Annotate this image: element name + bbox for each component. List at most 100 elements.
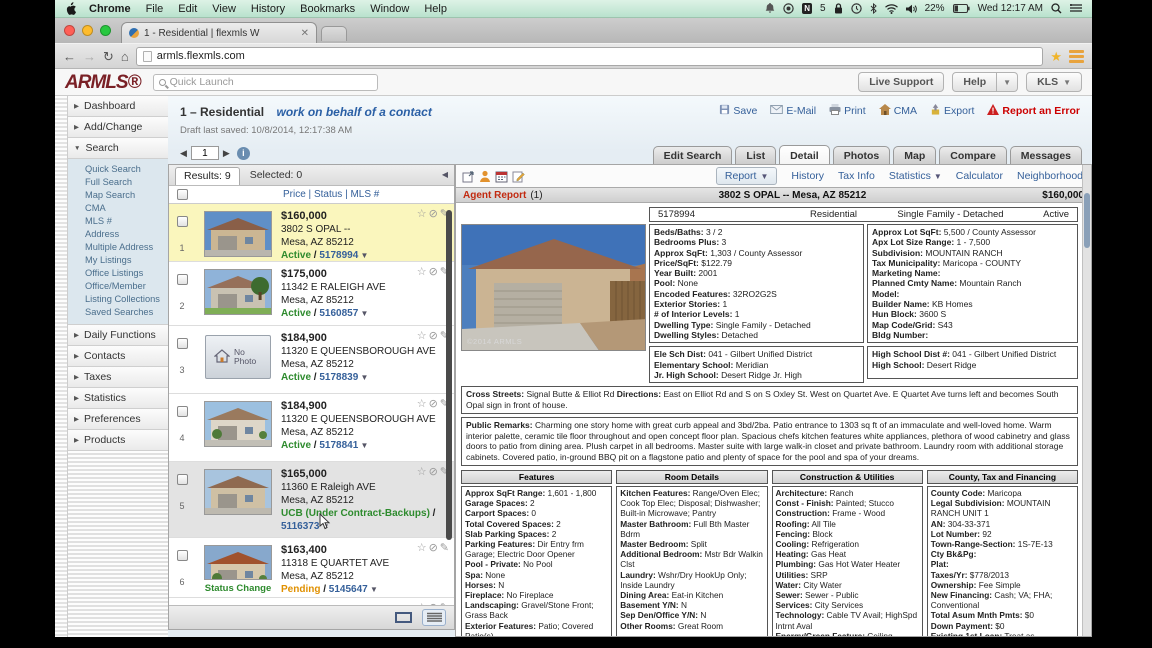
report-an-error-link[interactable]: Report an Error bbox=[987, 104, 1080, 118]
menu-history[interactable]: History bbox=[251, 3, 285, 15]
detail-link-report[interactable]: Report▼ bbox=[716, 167, 777, 185]
sidebar-subitem-address[interactable]: Address bbox=[85, 228, 166, 241]
lock-icon[interactable] bbox=[834, 3, 843, 14]
listing-photo-thumb[interactable] bbox=[204, 401, 272, 447]
wifi-icon[interactable] bbox=[885, 4, 898, 14]
results-count-tab[interactable]: Results: 9 bbox=[175, 167, 240, 185]
record-icon[interactable] bbox=[783, 3, 794, 14]
row-checkbox[interactable] bbox=[177, 406, 188, 417]
favorite-star-icon[interactable]: ☆ bbox=[417, 543, 427, 554]
favorite-star-icon[interactable]: ☆ bbox=[417, 267, 427, 278]
sidebar-item-add-change[interactable]: ▶Add/Change bbox=[68, 117, 168, 138]
select-all-checkbox[interactable] bbox=[177, 189, 188, 200]
property-photo[interactable]: ©2014 ARMLS bbox=[461, 224, 646, 351]
sidebar-item-products[interactable]: ▶Products bbox=[68, 430, 168, 451]
tab-photos[interactable]: Photos bbox=[833, 146, 891, 166]
listing-row[interactable]: 1$160,0003802 S OPAL --Mesa, AZ 85212Act… bbox=[169, 204, 454, 262]
mls-number-link[interactable]: 5178994 bbox=[319, 250, 358, 261]
sidebar-subitem-multiple-address[interactable]: Multiple Address bbox=[85, 241, 166, 254]
card-view-icon[interactable] bbox=[391, 609, 415, 626]
detail-link-neighborhood[interactable]: Neighborhood bbox=[1017, 170, 1083, 182]
info-icon[interactable]: i bbox=[237, 147, 250, 160]
tab-close-icon[interactable]: ✕ bbox=[301, 28, 309, 39]
sidebar-item-contacts[interactable]: ▶Contacts bbox=[68, 346, 168, 367]
sidebar-subitem-quick-search[interactable]: Quick Search bbox=[85, 163, 166, 176]
battery-icon[interactable] bbox=[953, 4, 970, 13]
sidebar-item-preferences[interactable]: ▶Preferences bbox=[68, 409, 168, 430]
menu-help[interactable]: Help bbox=[424, 3, 447, 15]
action-save[interactable]: Save bbox=[719, 104, 757, 118]
menu-chrome[interactable]: Chrome bbox=[89, 3, 131, 15]
listing-row[interactable]: 4$184,90011320 E QUEENSBOROUGH AVEMesa, … bbox=[169, 394, 454, 462]
row-checkbox[interactable] bbox=[177, 474, 188, 485]
back-button[interactable]: ← bbox=[63, 50, 76, 63]
next-page-icon[interactable]: ▶ bbox=[223, 148, 230, 159]
detail-link-calculator[interactable]: Calculator bbox=[956, 170, 1003, 182]
tab-map[interactable]: Map bbox=[893, 146, 936, 166]
listing-row[interactable]: 2$175,00011342 E RALEIGH AVEMesa, AZ 852… bbox=[169, 262, 454, 326]
minimize-window-button[interactable] bbox=[82, 25, 93, 36]
home-button[interactable]: ⌂ bbox=[121, 50, 129, 63]
results-scrollbar[interactable] bbox=[446, 210, 452, 540]
favorite-star-icon[interactable]: ☆ bbox=[417, 399, 427, 410]
address-bar[interactable]: armls.flexmls.com bbox=[136, 47, 1044, 66]
action-export[interactable]: Export bbox=[930, 104, 974, 118]
live-support-button[interactable]: Live Support bbox=[858, 72, 944, 92]
reload-button[interactable]: ↻ bbox=[103, 50, 114, 63]
close-window-button[interactable] bbox=[64, 25, 75, 36]
listing-photo-thumb[interactable] bbox=[204, 469, 272, 515]
discard-icon[interactable]: ⊘ bbox=[429, 543, 438, 554]
sidebar-subitem-cma[interactable]: CMA bbox=[85, 202, 166, 215]
spotlight-icon[interactable] bbox=[1051, 3, 1062, 14]
sidebar-item-daily-functions[interactable]: ▶Daily Functions bbox=[68, 325, 168, 346]
tab-messages[interactable]: Messages bbox=[1010, 146, 1082, 166]
row-checkbox[interactable] bbox=[177, 216, 188, 227]
row-checkbox[interactable] bbox=[177, 338, 188, 349]
mls-number-link[interactable]: 5116373 bbox=[281, 521, 319, 532]
sidebar-subitem-listing-collections[interactable]: Listing Collections bbox=[85, 293, 166, 306]
list-view-icon[interactable] bbox=[422, 609, 446, 626]
collapse-panel-icon[interactable]: ◀ bbox=[442, 170, 448, 185]
mls-number-link[interactable]: 5178839 bbox=[319, 372, 358, 383]
tab-detail[interactable]: Detail bbox=[779, 145, 830, 166]
detail-scrollbar[interactable] bbox=[1082, 165, 1091, 636]
chrome-menu-icon[interactable] bbox=[1069, 50, 1084, 63]
note-icon[interactable]: ✎ bbox=[440, 543, 449, 554]
sidebar-subitem-saved-searches[interactable]: Saved Searches bbox=[85, 306, 166, 319]
listing-photo-thumb[interactable] bbox=[204, 545, 272, 580]
row-checkbox[interactable] bbox=[177, 274, 188, 285]
bluetooth-icon[interactable] bbox=[870, 3, 877, 14]
discard-icon[interactable]: ⊘ bbox=[429, 467, 438, 478]
action-cma[interactable]: CMA bbox=[879, 104, 917, 118]
listing-row[interactable]: 5$165,00011360 E Raleigh AVEMesa, AZ 852… bbox=[169, 462, 454, 538]
sidebar-subitem-my-listings[interactable]: My Listings bbox=[85, 254, 166, 267]
mls-number-link[interactable]: 5145647 bbox=[329, 584, 368, 595]
menubar-clock[interactable]: Wed 12:17 AM bbox=[978, 3, 1043, 14]
discard-icon[interactable]: ⊘ bbox=[429, 267, 438, 278]
app-notification-icon[interactable]: N bbox=[802, 3, 812, 14]
sidebar-item-statistics[interactable]: ▶Statistics bbox=[68, 388, 168, 409]
favorite-star-icon[interactable]: ☆ bbox=[417, 467, 427, 478]
prev-page-icon[interactable]: ◀ bbox=[180, 148, 187, 159]
sort-columns[interactable]: Price | Status | MLS # bbox=[283, 189, 379, 200]
volume-icon[interactable] bbox=[906, 4, 917, 14]
page-number-input[interactable] bbox=[191, 146, 219, 160]
sidebar-subitem-full-search[interactable]: Full Search bbox=[85, 176, 166, 189]
favorite-star-icon[interactable]: ☆ bbox=[417, 331, 427, 342]
help-dropdown-button[interactable]: ▼ bbox=[997, 72, 1018, 92]
user-menu-button[interactable]: KLS▼ bbox=[1026, 72, 1082, 92]
open-window-icon[interactable] bbox=[462, 170, 475, 183]
contact-person-icon[interactable] bbox=[479, 170, 491, 183]
mls-number-link[interactable]: 5178841 bbox=[319, 440, 358, 451]
quick-launch-input[interactable] bbox=[170, 76, 372, 88]
listing-photo-thumb[interactable] bbox=[204, 211, 272, 257]
tab-list[interactable]: List bbox=[735, 146, 776, 166]
help-button[interactable]: Help bbox=[952, 72, 997, 92]
discard-icon[interactable]: ⊘ bbox=[429, 209, 438, 220]
menu-file[interactable]: File bbox=[146, 3, 164, 15]
detail-link-tax-info[interactable]: Tax Info bbox=[838, 170, 875, 182]
quick-launch-search[interactable] bbox=[153, 74, 378, 91]
bookmark-star-icon[interactable]: ★ bbox=[1050, 50, 1062, 63]
menu-edit[interactable]: Edit bbox=[178, 3, 197, 15]
sidebar-subitem-office-member[interactable]: Office/Member bbox=[85, 280, 166, 293]
